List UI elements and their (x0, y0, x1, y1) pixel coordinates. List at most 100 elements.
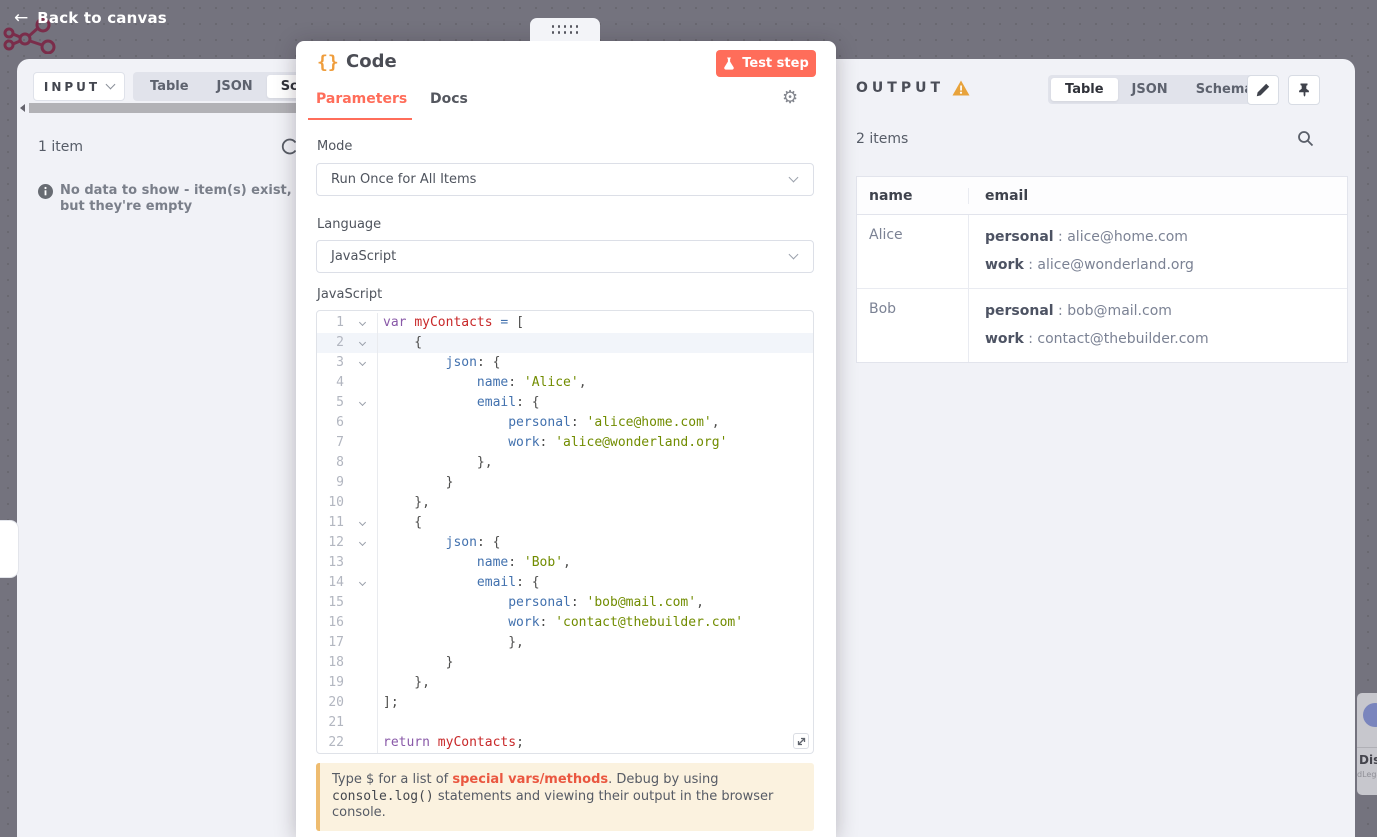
back-to-canvas-button[interactable]: ← Back to canvas (14, 8, 167, 28)
gutter-line: 16 (317, 613, 377, 633)
code-line[interactable]: }, (378, 633, 813, 653)
line-number: 19 (328, 675, 344, 690)
gutter-line: 15 (317, 593, 377, 613)
gutter-line: 4 (317, 373, 377, 393)
gutter-line: 12 (317, 533, 377, 553)
notification-avatar (1363, 703, 1377, 727)
code-node-icon: {} (317, 52, 339, 73)
language-value: JavaScript (331, 249, 397, 264)
line-number: 20 (328, 695, 344, 710)
code-line[interactable]: return myContacts; (378, 733, 813, 753)
fold-chevron-icon[interactable] (358, 338, 366, 346)
edit-output-button[interactable] (1247, 75, 1279, 105)
input-pane-title: INPUT (43, 79, 101, 94)
fold-chevron-icon[interactable] (358, 358, 366, 366)
line-number: 4 (336, 375, 344, 390)
special-vars-link[interactable]: special vars/methods (452, 772, 608, 787)
code-line[interactable] (378, 713, 813, 733)
gutter-line: 5 (317, 393, 377, 413)
info-icon (38, 184, 53, 199)
gutter-line: 14 (317, 573, 377, 593)
gutter-line: 3 (317, 353, 377, 373)
input-tab-json[interactable]: JSON (203, 75, 267, 98)
output-tab-json[interactable]: JSON (1118, 78, 1182, 101)
code-line[interactable]: work: 'alice@wonderland.org' (378, 433, 813, 453)
test-step-button[interactable]: Test step (716, 50, 816, 77)
code-line[interactable]: { (378, 513, 813, 533)
code-line[interactable]: email: { (378, 573, 813, 593)
language-label: Language (317, 217, 382, 232)
line-number: 6 (336, 415, 344, 430)
gutter-line: 19 (317, 673, 377, 693)
hint-code-snippet: console.log() (332, 788, 434, 804)
modal-drag-handle-icon[interactable] (530, 18, 600, 41)
code-line[interactable]: }, (378, 673, 813, 693)
mode-value: Run Once for All Items (331, 172, 477, 187)
line-number: 9 (336, 475, 344, 490)
fold-chevron-icon[interactable] (358, 518, 366, 526)
email-entry: work : contact@thebuilder.com (985, 331, 1209, 347)
app-background: ← Back to canvas INPUT Table JSON Schema… (0, 0, 1377, 837)
mode-select[interactable]: Run Once for All Items (316, 163, 814, 196)
language-select[interactable]: JavaScript (316, 240, 814, 273)
code-line[interactable]: }, (378, 453, 813, 473)
back-to-canvas-label: Back to canvas (37, 9, 167, 27)
gutter-line: 10 (317, 493, 377, 513)
code-line[interactable]: { (378, 333, 813, 353)
back-arrow-icon: ← (14, 8, 29, 28)
input-pane-selector[interactable]: INPUT (33, 72, 125, 101)
code-node-modal: {} Code Test step Parameters Docs ⚙ Mode… (296, 18, 836, 837)
email-entry: personal : alice@home.com (985, 229, 1188, 245)
input-tab-table[interactable]: Table (136, 75, 203, 98)
output-pane-title: OUTPUT (856, 80, 944, 96)
code-line[interactable]: json: { (378, 353, 813, 373)
tab-parameters[interactable]: Parameters (316, 91, 407, 107)
line-number: 17 (328, 635, 344, 650)
code-line[interactable]: work: 'contact@thebuilder.com' (378, 613, 813, 633)
chevron-down-icon (105, 79, 116, 90)
output-tab-table[interactable]: Table (1051, 78, 1118, 101)
fold-chevron-icon[interactable] (358, 318, 366, 326)
gutter-line: 20 (317, 693, 377, 713)
column-header-email: email (985, 187, 1029, 204)
search-icon[interactable] (1297, 130, 1314, 147)
mode-label: Mode (317, 139, 353, 154)
code-line[interactable]: } (378, 473, 813, 493)
line-number: 22 (328, 735, 344, 750)
code-editor[interactable]: 1 2 3 4 5 6 7 8 9 10 11 12 13 14 15 16 17 18 19 20 21 22 var … (316, 310, 814, 754)
code-line[interactable]: name: 'Alice', (378, 373, 813, 393)
code-line[interactable]: var myContacts = [ (378, 313, 813, 333)
gear-icon[interactable]: ⚙ (782, 89, 798, 107)
editor-hint-callout: Type $ for a list of special vars/method… (316, 763, 814, 831)
fold-chevron-icon[interactable] (358, 578, 366, 586)
code-line[interactable]: personal: 'alice@home.com', (378, 413, 813, 433)
tab-docs[interactable]: Docs (430, 91, 468, 107)
left-panel-handle[interactable] (0, 520, 19, 578)
code-line[interactable]: json: { (378, 533, 813, 553)
cell-email: personal : bob@mail.com work : contact@t… (969, 289, 1347, 362)
line-number: 8 (336, 455, 344, 470)
code-line[interactable]: } (378, 653, 813, 673)
gutter-line: 13 (317, 553, 377, 573)
fold-chevron-icon[interactable] (358, 398, 366, 406)
editor-resize-handle[interactable] (793, 733, 809, 749)
code-line[interactable]: personal: 'bob@mail.com', (378, 593, 813, 613)
line-number: 15 (328, 595, 344, 610)
code-line[interactable]: ]; (378, 693, 813, 713)
input-empty-notice-text: No data to show - item(s) exist, but the… (60, 183, 292, 214)
code-line[interactable]: }, (378, 493, 813, 513)
chevron-down-icon (788, 249, 799, 260)
fold-chevron-icon[interactable] (358, 538, 366, 546)
pin-data-button[interactable] (1288, 75, 1320, 105)
table-row: Bob personal : bob@mail.com work : conta… (857, 289, 1347, 362)
output-table: name email Alice personal : alice@home.c… (856, 176, 1348, 363)
scrollbar-left-arrow[interactable] (20, 104, 25, 112)
dimmed-notification: Dis dLega (1357, 693, 1377, 795)
gutter-line: 9 (317, 473, 377, 493)
line-number: 3 (336, 355, 344, 370)
code-line[interactable]: email: { (378, 393, 813, 413)
line-number: 5 (336, 395, 344, 410)
output-pane-header: OUTPUT (856, 80, 970, 96)
pin-icon (1298, 83, 1309, 97)
code-line[interactable]: name: 'Bob', (378, 553, 813, 573)
